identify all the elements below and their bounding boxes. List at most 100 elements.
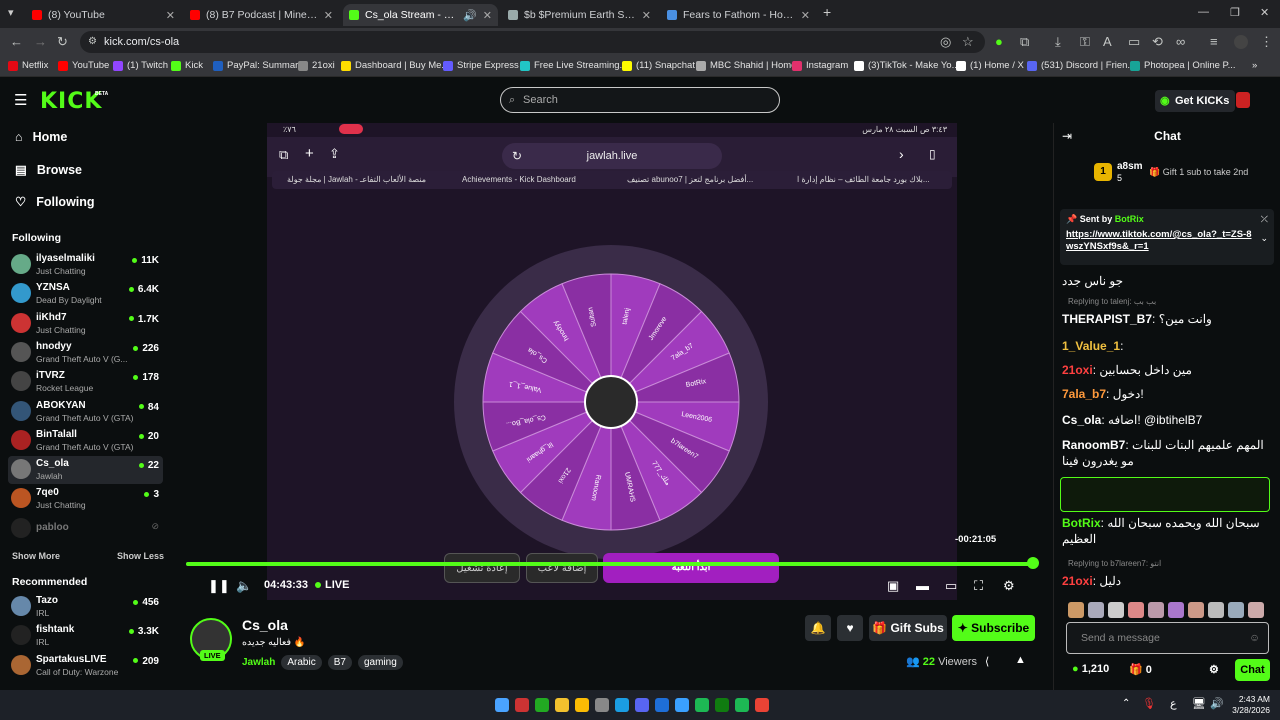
eye-off-icon[interactable]: ◎ — [940, 34, 951, 50]
close-icon[interactable]: ✕ — [483, 9, 492, 22]
reload-icon[interactable]: ↻ — [57, 34, 68, 50]
bookmark[interactable]: (1) Home / X — [956, 60, 1024, 71]
bookmark[interactable]: (1) Twitch — [113, 60, 168, 71]
emote-icon[interactable] — [1108, 602, 1124, 618]
chevron-up-icon[interactable]: ⌃ — [1122, 698, 1130, 709]
user-avatar[interactable] — [1236, 92, 1250, 108]
maximize-button[interactable]: ❐ — [1230, 6, 1240, 19]
sidebar-channel[interactable]: fishtank IRL 3.3K — [8, 622, 163, 650]
site-info-icon[interactable]: ⚙ — [88, 36, 97, 47]
bookmark[interactable]: (531) Discord | Frien... — [1027, 60, 1135, 71]
pause-icon[interactable]: ❚❚ — [208, 578, 230, 594]
browser-tab[interactable]: Fears to Fathom - Home Alone... ✕ — [661, 4, 816, 26]
link-icon[interactable]: ∞ — [1176, 34, 1185, 49]
key-icon[interactable]: ⚿ — [1080, 34, 1090, 50]
network-icon[interactable]: 🖥 — [1192, 697, 1206, 710]
window-close-button[interactable]: ✕ — [1260, 6, 1269, 19]
media-icon[interactable]: ≡ — [1210, 34, 1218, 49]
taskbar-app-icon[interactable] — [695, 698, 709, 712]
bookmark[interactable]: PayPal: Summary — [213, 60, 303, 71]
bookmarks-overflow-icon[interactable]: » — [1252, 60, 1257, 71]
kick-logo[interactable]: KICK — [40, 89, 102, 114]
chat-username[interactable]: 21oxi — [1062, 363, 1093, 377]
bookmark[interactable]: Photopea | Online P... — [1130, 60, 1236, 71]
clip-icon[interactable]: ▣ — [887, 578, 899, 594]
tag[interactable]: gaming — [357, 655, 403, 670]
nav-home[interactable]: ⌂ Home — [15, 130, 67, 144]
video-player[interactable]: ٣:٤٣ ص السبت ٢٨ مارس ٪٧٦ ⧉ + ⇪ ↻ jawlah.… — [170, 123, 1053, 600]
bookmark[interactable]: Netflix — [8, 60, 48, 71]
chat-username[interactable]: THERAPIST_B7 — [1062, 312, 1152, 326]
emote-icon[interactable] — [1148, 602, 1164, 618]
volume-icon[interactable]: 🔊 — [1210, 697, 1224, 710]
bookmark[interactable]: Instagram — [792, 60, 848, 71]
profile-avatar[interactable] — [1234, 35, 1248, 49]
emote-icon[interactable] — [1068, 602, 1084, 618]
browser-tab-active[interactable]: Cs_ola Stream - Watch Live 🔊 ✕ — [343, 4, 498, 26]
chevron-down-icon[interactable]: ⌄ — [1260, 233, 1268, 244]
chat-message[interactable]: Cs_ola: اضافه! @ibtihelB7 — [1062, 412, 1276, 428]
extensions-icon[interactable]: ⧉ — [1020, 34, 1029, 50]
nav-browse[interactable]: ▤ Browse — [15, 162, 82, 178]
mic-icon[interactable]: 🎙 — [1142, 697, 1156, 710]
chat-username[interactable]: Cs_ola — [1062, 413, 1101, 427]
taskbar-app-icon[interactable] — [535, 698, 549, 712]
chat-username[interactable]: 1_Value_1 — [1062, 339, 1120, 353]
new-tab-button[interactable]: + — [823, 4, 831, 20]
mini-player-icon[interactable]: ▭ — [945, 578, 957, 594]
browser-tab[interactable]: $b $Premium Earth Survival $8... ✕ — [502, 4, 657, 26]
sidebar-channel[interactable]: SpartakusLIVE Call of Duty: Warzone 209 — [8, 652, 163, 680]
get-kicks-button[interactable]: ◉ Get KICKs — [1155, 90, 1236, 112]
forward-icon[interactable]: → — [34, 34, 47, 49]
volume-icon[interactable]: 🔈 — [236, 578, 252, 594]
tab-list-icon[interactable]: ▾ — [8, 6, 14, 19]
taskbar-app-icon[interactable] — [735, 698, 749, 712]
back-icon[interactable]: ← — [10, 34, 23, 49]
chat-message[interactable]: 21oxi: دليل — [1062, 573, 1276, 589]
sidebar-channel[interactable]: iTVRZ Rocket League 178 — [8, 368, 163, 396]
card-icon[interactable]: ▭ — [1128, 34, 1140, 50]
taskbar-app-icon[interactable] — [715, 698, 729, 712]
reply-context[interactable]: Replying to talenj: بب بب — [1068, 297, 1156, 306]
pinned-link[interactable]: https://www.tiktok.com/@cs_ola?_t=ZS-8ws… — [1066, 229, 1256, 253]
notification-bell-button[interactable]: 🔔 — [805, 615, 831, 641]
extension-icon[interactable]: ● — [995, 34, 1003, 49]
sidebar-channel[interactable]: BinTalall Grand Theft Auto V (GTA) 20 — [8, 427, 163, 455]
chat-username[interactable]: 21oxi — [1062, 574, 1093, 588]
taskbar-app-icon[interactable] — [575, 698, 589, 712]
bookmark[interactable]: (3)TikTok - Make Yo... — [854, 60, 960, 71]
taskbar-app-icon[interactable] — [755, 698, 769, 712]
taskbar-app-icon[interactable] — [495, 698, 509, 712]
share-icon[interactable]: ⟨ — [985, 655, 989, 668]
nav-following[interactable]: ♡ Following — [15, 194, 95, 210]
emote-icon[interactable] — [1188, 602, 1204, 618]
tag[interactable]: Arabic — [281, 655, 322, 670]
close-icon[interactable]: ✕ — [166, 9, 175, 22]
minimize-button[interactable]: — — [1198, 6, 1209, 18]
close-icon[interactable]: ✕ — [642, 9, 651, 22]
menu-icon[interactable]: ⋮ — [1260, 34, 1273, 50]
download-icon[interactable]: ⤓ — [1055, 34, 1061, 50]
bookmark[interactable]: YouTube — [58, 60, 109, 71]
channel-name[interactable]: Cs_ola — [242, 617, 288, 633]
chat-message[interactable]: 7ala_b7: دخول! — [1062, 386, 1276, 402]
category-link[interactable]: Jawlah — [242, 657, 275, 668]
unpin-icon[interactable]: ⤫ — [1261, 214, 1268, 225]
sidebar-channel[interactable]: hnodyy Grand Theft Auto V (G... 226 — [8, 339, 163, 367]
chat-username[interactable]: BotRix — [1062, 516, 1101, 530]
taskbar-app-icon[interactable] — [555, 698, 569, 712]
history-icon[interactable]: ⟲ — [1152, 34, 1163, 50]
bookmark[interactable]: (11) Snapchat — [622, 60, 695, 71]
taskbar-app-icon[interactable] — [515, 698, 529, 712]
sidebar-channel[interactable]: ilyaselmaliki Just Chatting 11K — [8, 251, 163, 279]
progress-knob[interactable] — [1027, 557, 1039, 569]
emote-icon[interactable] — [1088, 602, 1104, 618]
show-less-button[interactable]: Show Less — [117, 551, 164, 561]
emote-icon[interactable] — [1168, 602, 1184, 618]
chat-settings-icon[interactable]: ⚙ — [1209, 663, 1219, 676]
emote-icon[interactable] — [1208, 602, 1224, 618]
chat-message[interactable]: 21oxi: مين داخل بحسابين — [1062, 362, 1276, 378]
live-indicator[interactable]: LIVE — [315, 579, 349, 591]
bookmark[interactable]: 21oxi — [298, 60, 335, 71]
bookmark[interactable]: Kick — [171, 60, 203, 71]
